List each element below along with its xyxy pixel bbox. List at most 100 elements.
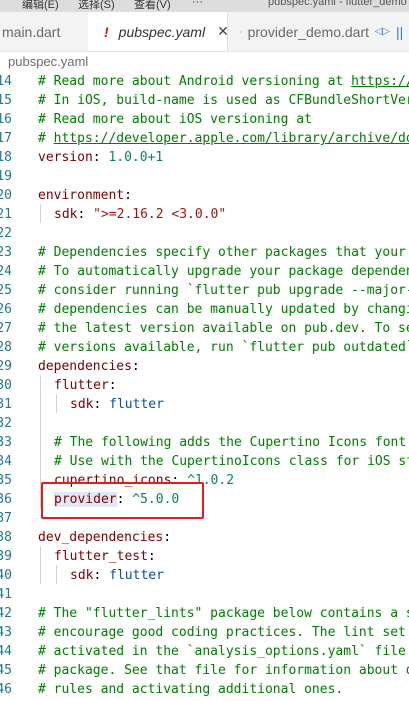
yaml-key: cupertino_icons [54, 473, 172, 488]
code-line: 44 # activated in the `analysis_options.y… [0, 642, 409, 661]
yaml-value: ">=2.16.2 <3.0.0" [93, 207, 227, 222]
code-text: flutter: [54, 376, 117, 395]
line-number: 21 [0, 207, 12, 222]
comment-link[interactable]: https://developer.apple.com/library/arch… [54, 131, 409, 146]
line-number: 42 [0, 606, 12, 621]
code-line: 38 dev_dependencies: [0, 528, 409, 547]
tab-pubspec-yaml[interactable]: ! pubspec.yaml ✕ [88, 12, 228, 51]
tab-bar: main.dart ! pubspec.yaml ✕ provider_demo… [0, 12, 409, 52]
code-line: 31 sdk: flutter [0, 395, 409, 414]
comment-text: # activated in the `analysis_options.yam… [38, 644, 406, 659]
line-number: 45 [0, 663, 12, 678]
line-number: 17 [0, 131, 12, 146]
code-line: 17 # https://developer.apple.com/library/… [0, 129, 409, 148]
line-number: 35 [0, 473, 12, 488]
comment-text: # consider running `flutter pub upgrade … [38, 283, 409, 298]
comment-text: # versions available, run `flutter pub o… [38, 340, 409, 355]
line-number: 28 [0, 340, 12, 355]
code-text: provider: ^5.0.0 [54, 490, 179, 509]
line-number: 16 [0, 112, 12, 127]
close-icon[interactable]: ✕ [217, 23, 227, 40]
menu-selection[interactable]: 选择(S) [78, 0, 115, 12]
line-number: 15 [0, 93, 12, 108]
yaml-colon: : [131, 359, 140, 374]
code-line: 33 # The following adds the Cupertino Ico… [0, 433, 409, 452]
code-line: 21 sdk: ">=2.16.2 <3.0.0" [0, 205, 409, 224]
yaml-key: dev_dependencies [38, 530, 164, 545]
line-number: 14 [0, 74, 12, 89]
tab-provider-demo[interactable]: provider_demo.dart [228, 12, 369, 51]
line-number: 37 [0, 511, 12, 526]
comment-text: # dependencies can be manually updated b… [38, 302, 409, 317]
yaml-key: sdk [54, 207, 78, 222]
code-line: 16 # Read more about iOS versioning at [0, 110, 409, 129]
line-number: 20 [0, 188, 12, 203]
comment-text: # Dependencies specify other packages th… [38, 245, 406, 260]
code-text: # Dependencies specify other packages th… [38, 243, 409, 262]
line-number: 29 [0, 359, 12, 374]
menu-bar: 编辑(E) 选择(S) 查看(V) ··· pubspec.yaml - flu… [0, 0, 409, 12]
code-line: 43 # encourage good coding practices. The… [0, 623, 409, 642]
comment-text: # To automatically upgrade your package … [38, 264, 409, 279]
breadcrumb[interactable]: pubspec.yaml [0, 52, 409, 72]
code-line: 28 # versions available, run `flutter pub… [0, 338, 409, 357]
yaml-value: flutter [109, 397, 164, 412]
line-number: 26 [0, 302, 12, 317]
line-number: 23 [0, 245, 12, 260]
code-text: # Read more about Android versioning at … [38, 72, 409, 91]
yaml-key: sdk [70, 568, 94, 583]
menu-more[interactable]: ··· [192, 0, 203, 8]
code-text: dev_dependencies: [38, 528, 171, 547]
yaml-value: ^5.0.0 [132, 492, 180, 507]
code-text: flutter_test: [54, 547, 156, 566]
yaml-key: version [38, 150, 93, 165]
code-line: 29 dependencies: [0, 357, 409, 376]
tab-label: pubspec.yaml [118, 23, 206, 40]
code-line: 24 # To automatically upgrade your packag… [0, 262, 409, 281]
comment-text: # Read more about iOS versioning at [38, 112, 312, 127]
code-text: # The "flutter_lints" package below cont… [38, 604, 409, 623]
code-text: version: 1.0.0+1 [38, 148, 163, 167]
menu-view[interactable]: 查看(V) [134, 0, 171, 12]
yaml-key: flutter [54, 378, 109, 393]
comment-link[interactable]: https://developer.android.com/studio/pub… [351, 74, 409, 89]
code-line: 40 sdk: flutter [0, 566, 409, 585]
comment-text: # rules and activating additional ones. [38, 682, 344, 697]
yaml-colon: : [147, 549, 156, 564]
yaml-colon: : [163, 530, 172, 545]
code-text: sdk: flutter [70, 395, 164, 414]
line-number: 38 [0, 530, 12, 545]
code-text: sdk: flutter [70, 566, 164, 585]
tab-main-dart[interactable]: main.dart [0, 12, 88, 51]
yaml-key: flutter_test [54, 549, 148, 564]
menu-edit[interactable]: 编辑(E) [22, 0, 59, 12]
code-line: 25 # consider running `flutter pub upgrad… [0, 281, 409, 300]
line-number: 39 [0, 549, 12, 564]
code-text: # To automatically upgrade your package … [38, 262, 409, 281]
code-text: sdk: ">=2.16.2 <3.0.0" [54, 205, 226, 224]
code-line: 20 environment: [0, 186, 409, 205]
line-number: 30 [0, 378, 12, 393]
yaml-key: dependencies [38, 359, 132, 374]
code-text: # activated in the `analysis_options.yam… [38, 642, 409, 661]
yaml-space [85, 207, 93, 222]
split-editor-icon[interactable]: ◁▷ [375, 26, 390, 37]
line-number: 43 [0, 625, 12, 640]
code-text: # package. See that file for information… [38, 661, 409, 680]
yaml-value: flutter [109, 568, 164, 583]
code-editor[interactable]: 14 # Read more about Android versioning a… [0, 72, 409, 701]
code-text: # https://developer.apple.com/library/ar… [38, 129, 409, 148]
comment-text: # The "flutter_lints" package below cont… [38, 606, 409, 621]
line-number: 24 [0, 264, 12, 279]
yaml-colon: : [108, 378, 117, 393]
code-line: 30 flutter: [0, 376, 409, 395]
code-text: # the latest version available on pub.de… [38, 319, 409, 338]
yaml-space [179, 473, 187, 488]
line-number: 41 [0, 587, 12, 602]
comment-text: # Read more about Android versioning at … [38, 74, 409, 89]
pause-icon[interactable]: || [396, 24, 403, 40]
code-text: # encourage good coding practices. The l… [38, 623, 409, 642]
code-line: 46 # rules and activating additional ones… [0, 680, 409, 699]
yaml-space [101, 397, 109, 412]
code-text: # consider running `flutter pub upgrade … [38, 281, 409, 300]
